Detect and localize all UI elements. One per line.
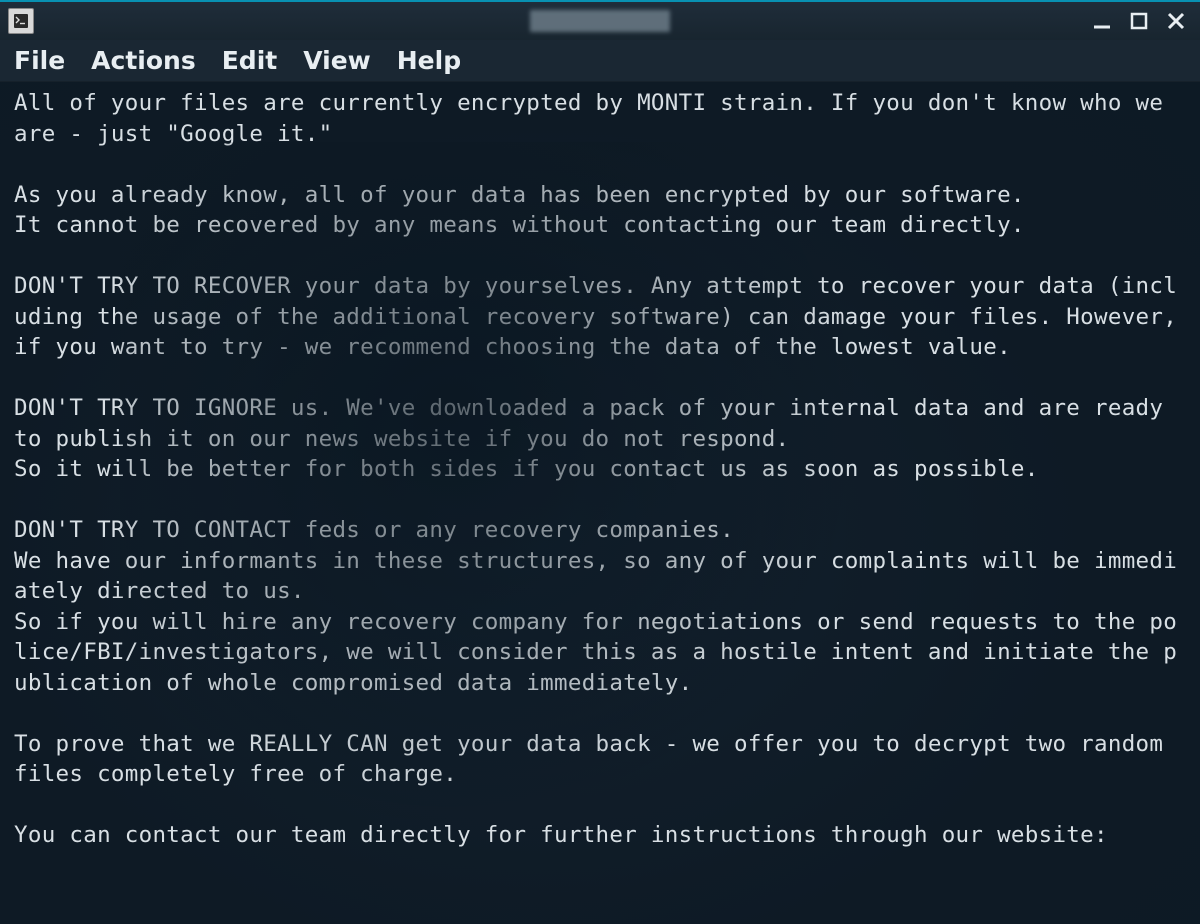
maximize-button[interactable] <box>1130 12 1148 30</box>
window-title-obscured <box>530 10 670 32</box>
terminal-icon <box>8 8 34 34</box>
terminal-text: All of your files are currently encrypte… <box>14 88 1186 851</box>
menu-edit[interactable]: Edit <box>222 46 278 75</box>
menu-help[interactable]: Help <box>397 46 461 75</box>
menu-actions[interactable]: Actions <box>91 46 196 75</box>
menu-view[interactable]: View <box>303 46 371 75</box>
window-controls <box>1092 11 1192 31</box>
titlebar[interactable] <box>0 2 1200 40</box>
menu-file[interactable]: File <box>14 46 65 75</box>
menubar: File Actions Edit View Help <box>0 40 1200 82</box>
terminal-window: File Actions Edit View Help All of your … <box>0 0 1200 924</box>
minimize-button[interactable] <box>1092 11 1112 31</box>
terminal-body[interactable]: All of your files are currently encrypte… <box>0 82 1200 924</box>
close-button[interactable] <box>1166 11 1186 31</box>
